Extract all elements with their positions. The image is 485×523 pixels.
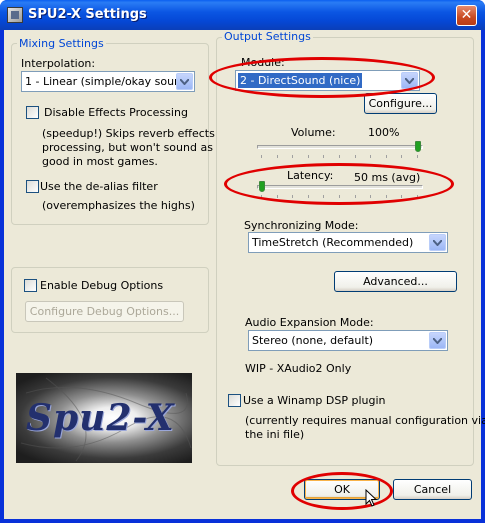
close-icon: ✕ [460,7,473,23]
slider-tick [386,155,387,158]
debug-group [11,267,209,333]
slider-tick [292,155,293,158]
winamp-label[interactable]: Use a Winamp DSP plugin [243,394,385,407]
interpolation-label: Interpolation: [21,57,96,70]
slider-tick [261,155,262,158]
mixing-settings-title: Mixing Settings [17,37,106,50]
advanced-button[interactable]: Advanced... [334,271,457,292]
output-settings-title: Output Settings [222,30,313,43]
sync-value: TimeStretch (Recommended) [252,236,414,249]
mouse-cursor-icon [365,489,378,507]
dealias-desc: (overemphasizes the highs) [42,199,195,212]
interpolation-value: 1 - Linear (simple/okay sound) [25,75,193,88]
disable-effects-desc-3: good in most games. [42,155,158,168]
logo-text: Spu2-X [26,397,175,439]
chevron-down-icon[interactable] [429,332,446,349]
configure-debug-button[interactable]: Configure Debug Options... [25,301,184,322]
slider-tick [417,155,418,158]
cancel-button[interactable]: Cancel [393,479,472,500]
dialog-body: Mixing Settings Interpolation: 1 - Linea… [4,30,485,519]
slider-tick [370,155,371,158]
slider-tick [323,155,324,158]
disable-effects-desc-2: processing, but won't sound as [42,141,213,154]
slider-tick [355,155,356,158]
volume-value: 100% [368,126,400,139]
volume-thumb[interactable] [415,141,421,152]
settings-window: SPU2-X Settings ✕ Mixing Settings Interp… [0,0,485,523]
slider-tick [277,155,278,158]
sync-dropdown[interactable]: TimeStretch (Recommended) [248,232,448,253]
volume-track [257,145,423,149]
window-title: SPU2-X Settings [28,7,147,22]
chevron-down-icon[interactable] [176,73,193,90]
disable-effects-checkbox[interactable] [26,106,39,119]
close-button[interactable]: ✕ [456,5,477,26]
title-bar[interactable]: SPU2-X Settings ✕ [0,0,485,30]
expansion-dropdown[interactable]: Stereo (none, default) [248,330,448,351]
interpolation-dropdown[interactable]: 1 - Linear (simple/okay sound) [21,71,195,92]
module-highlight [209,57,435,98]
winamp-desc-1: (currently requires manual configuration… [245,414,485,427]
slider-tick [339,155,340,158]
enable-debug-label[interactable]: Enable Debug Options [40,279,163,292]
expansion-label: Audio Expansion Mode: [245,316,374,329]
winamp-checkbox[interactable] [228,394,241,407]
disable-effects-label[interactable]: Disable Effects Processing [44,106,188,119]
disable-effects-desc-1: (speedup!) Skips reverb effects [42,127,215,140]
configure-button[interactable]: Configure... [364,93,437,114]
winamp-desc-2: the ini file) [245,428,305,441]
wip-text: WIP - XAudio2 Only [245,362,352,375]
dealias-checkbox[interactable] [26,180,39,193]
spu2x-logo: Spu2-X [16,373,192,463]
app-icon [7,7,23,23]
slider-tick [401,155,402,158]
sync-label: Synchronizing Mode: [244,219,359,232]
slider-tick [308,155,309,158]
dealias-label[interactable]: Use the de-alias filter [40,180,158,193]
expansion-value: Stereo (none, default) [252,334,374,347]
volume-slider[interactable] [257,140,423,160]
chevron-down-icon[interactable] [429,234,446,251]
enable-debug-checkbox[interactable] [24,279,37,292]
volume-label: Volume: [291,126,336,139]
latency-highlight [224,163,454,205]
